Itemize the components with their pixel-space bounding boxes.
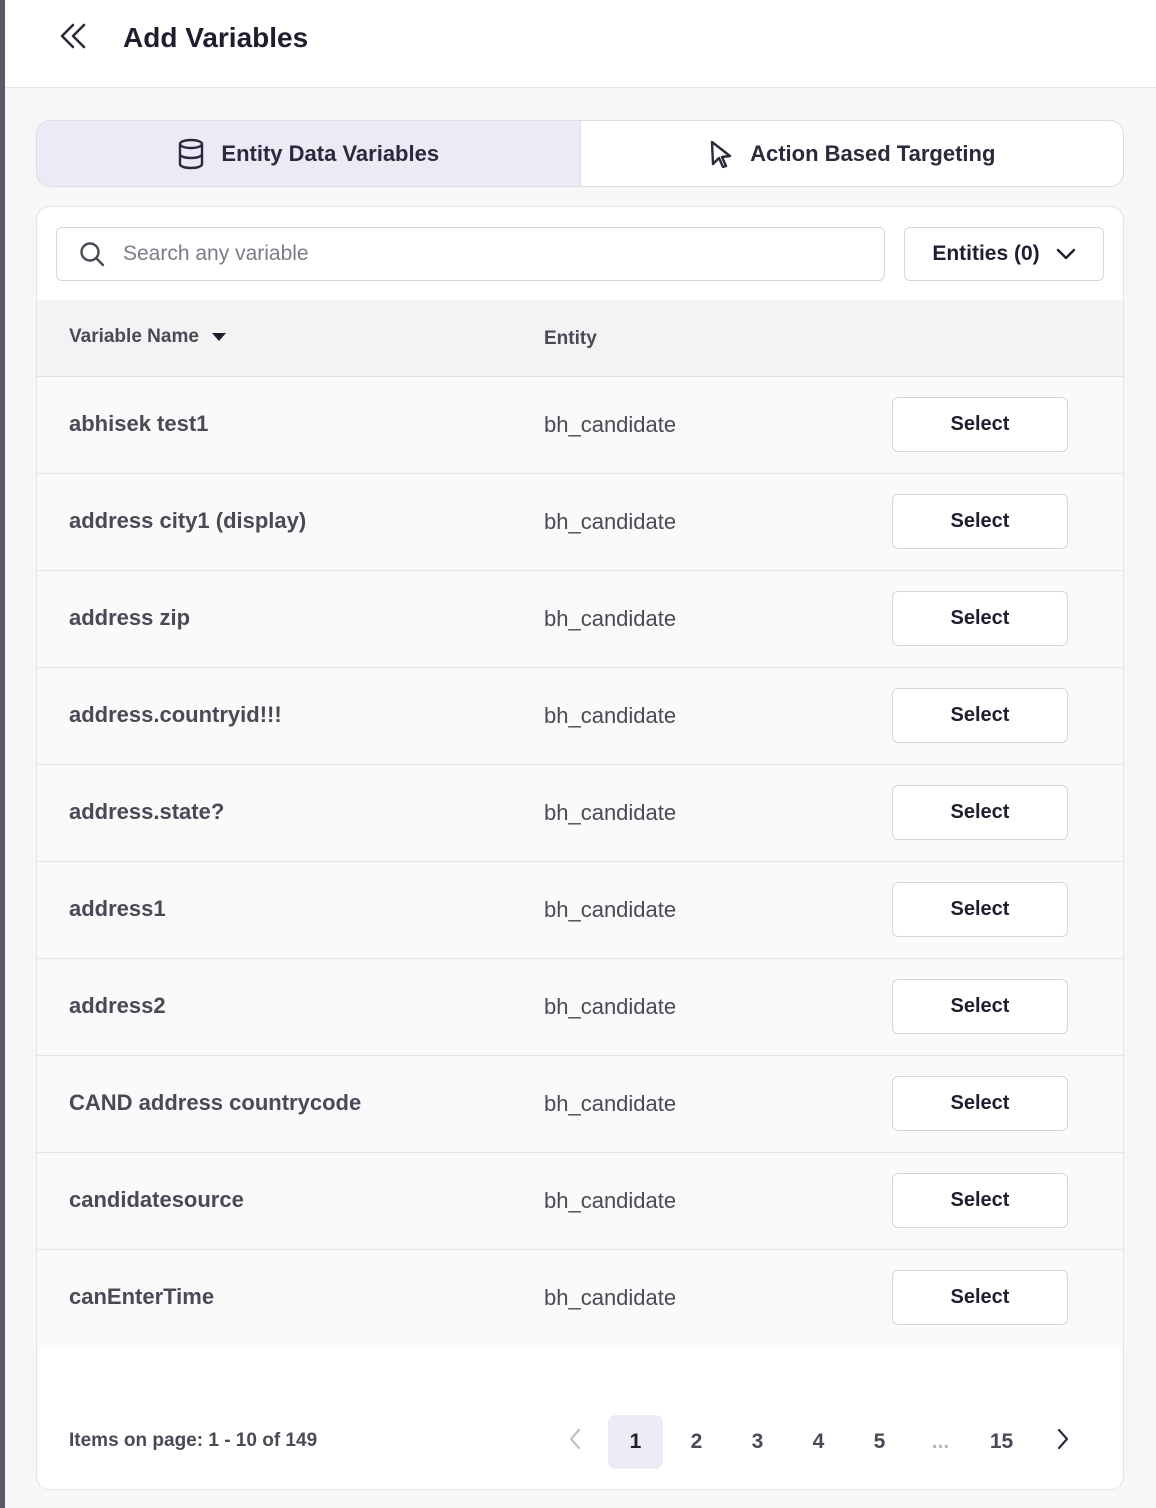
entity-cell: bh_candidate <box>544 800 677 825</box>
header: Add Variables <box>5 0 1156 88</box>
back-button[interactable] <box>53 18 93 58</box>
variable-name-cell: CAND address countrycode <box>69 1090 362 1115</box>
tab-label: Entity Data Variables <box>221 140 440 166</box>
select-button[interactable]: Select <box>892 1270 1068 1325</box>
entities-filter-dropdown[interactable]: Entities (0) <box>904 227 1104 281</box>
search-icon <box>79 241 105 267</box>
page-ellipsis: ... <box>931 1430 950 1453</box>
search-box <box>56 227 885 281</box>
variable-name-cell: address2 <box>69 993 166 1018</box>
entity-cell: bh_candidate <box>544 994 677 1019</box>
variable-name-cell: address zip <box>69 605 191 630</box>
entity-cell: bh_candidate <box>544 509 677 534</box>
select-button[interactable]: Select <box>892 1173 1068 1228</box>
variable-name-cell: address city1 (display) <box>69 508 307 533</box>
table-row: address2 bh_candidate Select <box>37 959 1123 1056</box>
entities-filter-label: Entities (0) <box>932 242 1040 265</box>
column-header-label: Variable Name <box>69 326 199 347</box>
select-button[interactable]: Select <box>892 591 1068 646</box>
tab-action-based-targeting[interactable]: Action Based Targeting <box>581 121 1124 186</box>
sort-caret-down-icon <box>211 326 227 348</box>
entity-cell: bh_candidate <box>544 897 677 922</box>
entity-cell: bh_candidate <box>544 1091 677 1116</box>
pagination: 1 2 3 4 5 ... 15 <box>547 1415 1096 1469</box>
entity-cell: bh_candidate <box>544 412 677 437</box>
page-button-5[interactable]: 5 <box>852 1415 907 1469</box>
table-row: address1 bh_candidate Select <box>37 862 1123 959</box>
entity-cell: bh_candidate <box>544 606 677 631</box>
table-row: candidatesource bh_candidate Select <box>37 1153 1123 1250</box>
tab-bar: Entity Data Variables Action Based Targe… <box>36 120 1124 187</box>
chevron-right-icon <box>1056 1428 1070 1456</box>
select-button[interactable]: Select <box>892 882 1068 937</box>
cursor-pointer-icon <box>708 139 734 169</box>
table-row: address city1 (display) bh_candidate Sel… <box>37 474 1123 571</box>
table-body: abhisek test1 bh_candidate Select addres… <box>37 377 1123 1347</box>
chevron-down-icon <box>1056 242 1076 266</box>
select-button[interactable]: Select <box>892 979 1068 1034</box>
database-icon <box>177 138 205 170</box>
variable-name-cell: abhisek test1 <box>69 411 209 436</box>
double-chevron-left-icon <box>57 20 89 57</box>
column-header-entity: Entity <box>544 328 597 349</box>
table-row: address.countryid!!! bh_candidate Select <box>37 668 1123 765</box>
table-row: canEnterTime bh_candidate Select <box>37 1250 1123 1347</box>
page-button-4[interactable]: 4 <box>791 1415 846 1469</box>
variable-name-cell: address.countryid!!! <box>69 702 282 727</box>
main-content: Entity Data Variables Action Based Targe… <box>5 88 1156 1508</box>
variable-name-cell: address1 <box>69 896 166 921</box>
next-page-button[interactable] <box>1035 1415 1090 1469</box>
select-button[interactable]: Select <box>892 397 1068 452</box>
table-row: address.state? bh_candidate Select <box>37 765 1123 862</box>
select-button[interactable]: Select <box>892 1076 1068 1131</box>
tab-entity-data-variables[interactable]: Entity Data Variables <box>37 121 581 186</box>
select-button[interactable]: Select <box>892 688 1068 743</box>
chevron-left-icon <box>568 1428 582 1456</box>
select-button[interactable]: Select <box>892 494 1068 549</box>
select-button[interactable]: Select <box>892 785 1068 840</box>
page-button-1[interactable]: 1 <box>608 1415 663 1469</box>
pagination-info: Items on page: 1 - 10 of 149 <box>69 1430 318 1451</box>
entity-cell: bh_candidate <box>544 1188 677 1213</box>
page-button-3[interactable]: 3 <box>730 1415 785 1469</box>
page-title: Add Variables <box>123 22 309 53</box>
table-row: abhisek test1 bh_candidate Select <box>37 377 1123 474</box>
table-row: CAND address countrycode bh_candidate Se… <box>37 1056 1123 1153</box>
tab-label: Action Based Targeting <box>750 140 996 166</box>
variable-name-cell: candidatesource <box>69 1187 244 1212</box>
table-row: address zip bh_candidate Select <box>37 571 1123 668</box>
page-button-2[interactable]: 2 <box>669 1415 724 1469</box>
entity-cell: bh_candidate <box>544 703 677 728</box>
page-button-15[interactable]: 15 <box>974 1415 1029 1469</box>
prev-page-button[interactable] <box>547 1415 602 1469</box>
variable-name-cell: canEnterTime <box>69 1284 215 1309</box>
variable-name-cell: address.state? <box>69 799 225 824</box>
search-input[interactable] <box>123 242 823 266</box>
table-header: Variable Name Entity <box>37 300 1123 377</box>
column-header-variable-name[interactable]: Variable Name <box>69 326 227 348</box>
entity-cell: bh_candidate <box>544 1285 677 1310</box>
variables-card: Entities (0) Variable Name Entity abhise… <box>36 206 1124 1490</box>
